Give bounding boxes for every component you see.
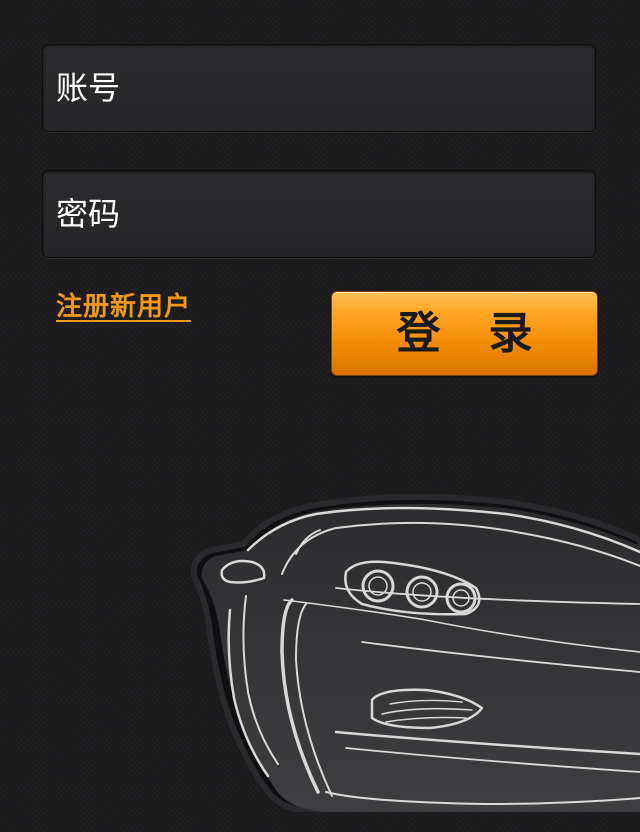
login-button[interactable]: 登录 (331, 291, 598, 376)
login-screen: { "form": { "account_placeholder": "账号",… (0, 0, 640, 832)
register-new-user-link[interactable]: 注册新用户 (56, 286, 191, 323)
car-illustration (186, 492, 640, 812)
account-input[interactable] (43, 45, 595, 131)
password-field[interactable] (42, 170, 596, 258)
account-field[interactable] (42, 44, 596, 132)
car-icon (190, 493, 640, 812)
password-input[interactable] (43, 171, 595, 257)
